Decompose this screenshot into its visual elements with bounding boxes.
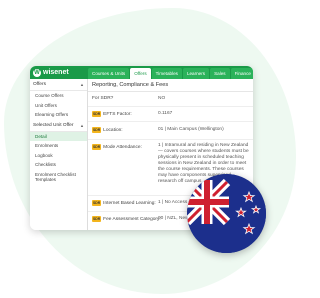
field-row-efts-factor: SDR EFTS Factor: 0.1167 xyxy=(88,107,253,122)
sdr-badge: SDR xyxy=(92,144,102,150)
logo-mark-icon: W xyxy=(33,68,41,77)
chevron-up-icon: ▲ xyxy=(80,82,84,87)
sidebar-item-enrolment-checklist-templates[interactable]: Enrolment Checklist Templates xyxy=(30,170,87,186)
sidebar-item-unit-offers[interactable]: Unit Offers xyxy=(30,101,87,111)
sidebar-item-checklists[interactable]: Checklists xyxy=(30,160,87,170)
sidebar-section-title: Offers xyxy=(33,82,46,87)
sdr-badge: SDR xyxy=(92,127,102,133)
sidebar-section-title: Selected Unit Offer xyxy=(33,122,74,128)
sidebar-item-detail[interactable]: Detail xyxy=(30,131,87,141)
tab-learners[interactable]: Learners xyxy=(182,68,210,79)
section-title: Reporting, Compliance & Fees xyxy=(88,79,253,92)
field-label: For SDR? xyxy=(92,96,114,101)
chevron-up-icon: ▲ xyxy=(80,122,84,128)
sidebar: Offers ▲ Course Offers Unit Offers Elear… xyxy=(30,79,88,230)
sidebar-item-enrolments[interactable]: Enrolments xyxy=(30,141,87,151)
sidebar-section-selected-unit-offer[interactable]: Selected Unit Offer ▲ xyxy=(30,120,87,132)
logo[interactable]: W wisenet xyxy=(33,68,69,77)
field-label: EFTS Factor: xyxy=(103,111,132,117)
field-value: 01 | Main Campus (Wellington) xyxy=(158,127,224,132)
field-label: Mode Attendance: xyxy=(103,144,142,150)
tab-timetables[interactable]: Timetables xyxy=(151,68,182,79)
tab-finance[interactable]: Finance xyxy=(230,68,253,79)
field-row-location: SDR Location: 01 | Main Campus (Wellingt… xyxy=(88,122,253,140)
field-value: 0.1167 xyxy=(158,111,173,116)
sidebar-item-elearning-offers[interactable]: Elearning Offers xyxy=(30,110,87,120)
nav-tabs: Courses & Units Offers Timetables Learne… xyxy=(88,68,253,79)
sidebar-item-logbook[interactable]: Logbook xyxy=(30,151,87,161)
sidebar-item-course-offers[interactable]: Course Offers xyxy=(30,91,87,101)
logo-text: wisenet xyxy=(43,69,69,76)
sdr-badge: SDR xyxy=(92,200,102,206)
tab-offers[interactable]: Offers xyxy=(130,68,151,79)
sdr-badge: SDR xyxy=(92,111,102,117)
top-nav-bar: W wisenet Courses & Units Offers Timetab… xyxy=(30,66,253,79)
tab-sales[interactable]: Sales xyxy=(210,68,230,79)
sidebar-section-offers[interactable]: Offers ▲ xyxy=(30,79,87,91)
sdr-badge: SDR xyxy=(92,216,102,222)
tab-courses-units[interactable]: Courses & Units xyxy=(88,68,130,79)
field-label: Fee Assessment Category: xyxy=(103,216,161,222)
field-label: Location: xyxy=(103,127,123,133)
field-row-for-sdr: For SDR? NO xyxy=(88,92,253,107)
field-value: NO xyxy=(158,96,166,101)
new-zealand-flag-icon xyxy=(187,174,266,253)
field-label: Internet Based Learning: xyxy=(103,200,156,206)
